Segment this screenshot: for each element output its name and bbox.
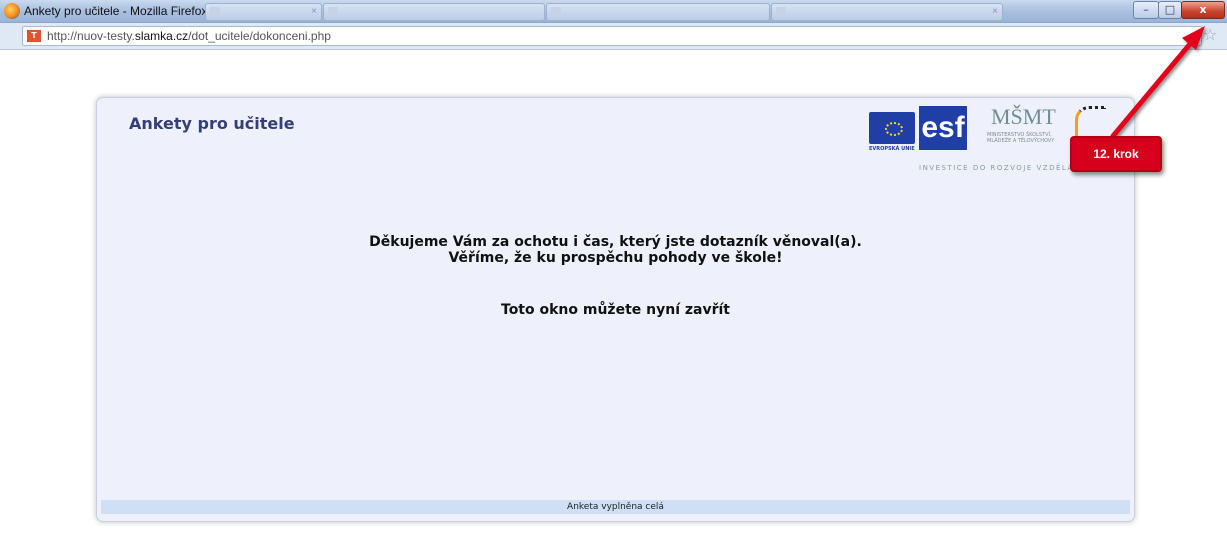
tab-favicon-icon: [328, 7, 338, 17]
url-text[interactable]: http://nuov-testy.slamka.cz/dot_ucitele/…: [47, 29, 331, 43]
background-tab-2[interactable]: [323, 3, 545, 21]
url-bar[interactable]: T http://nuov-testy.slamka.cz/dot_ucitel…: [22, 26, 1202, 46]
close-window-message: Toto okno můžete nyní zavřít: [501, 302, 730, 318]
tab-favicon-icon: [210, 7, 220, 17]
tab-close-icon[interactable]: ×: [311, 4, 317, 20]
window-titlebar: Ankety pro učitele - Mozilla Firefox × ×…: [0, 0, 1227, 23]
minimize-icon: –: [1143, 3, 1149, 16]
url-domain: slamka.cz: [134, 29, 189, 43]
tab-favicon-icon: [776, 7, 786, 17]
navigation-bar: T http://nuov-testy.slamka.cz/dot_ucitel…: [0, 23, 1227, 50]
survey-panel: Ankety pro učitele EVROPSKÁ UNIE esf MŠM…: [96, 97, 1135, 522]
message-line-1: Děkujeme Vám za ochotu i čas, který jste…: [369, 234, 862, 250]
maximize-icon: □: [1164, 3, 1176, 16]
message-line-2: Věříme, že ku prospěchu pohody ve škole!: [448, 250, 783, 266]
bookmark-star-icon[interactable]: ☆: [1203, 25, 1217, 44]
thank-you-message: Děkujeme Vám za ochotu i čas, který jste…: [97, 234, 1134, 266]
page-title: Ankety pro učitele: [129, 114, 295, 133]
tab-favicon-icon: [551, 7, 561, 17]
background-tab-4[interactable]: ×: [771, 3, 1003, 21]
firefox-icon: [4, 3, 20, 19]
status-footer: Anketa vyplněna celá: [101, 500, 1130, 514]
msmt-logo-subtext: MINISTERSTVO ŠKOLSTVÍ, MLÁDEŽE A TĚLOVÝC…: [987, 132, 1055, 144]
eu-logo-text: EVROPSKÁ UNIE: [869, 146, 915, 152]
maximize-button[interactable]: □: [1158, 1, 1182, 19]
minimize-button[interactable]: –: [1133, 1, 1159, 19]
op-logo-icon: [1075, 106, 1106, 137]
site-favicon: T: [27, 30, 41, 42]
esf-logo: esf: [919, 106, 967, 150]
close-icon: x: [1199, 3, 1207, 16]
close-window-button[interactable]: x: [1181, 1, 1225, 19]
msmt-logo: MŠMT: [991, 104, 1056, 129]
background-tab-1[interactable]: ×: [205, 3, 322, 21]
step-annotation-label: 12. krok: [1070, 136, 1162, 172]
window-title: Ankety pro učitele - Mozilla Firefox: [24, 4, 208, 18]
eu-flag-icon: [869, 112, 915, 144]
tab-close-icon[interactable]: ×: [992, 4, 998, 20]
investice-slogan: INVESTICE DO ROZVOJE VZDĚLÁ: [919, 164, 1074, 172]
background-tab-3[interactable]: [546, 3, 770, 21]
